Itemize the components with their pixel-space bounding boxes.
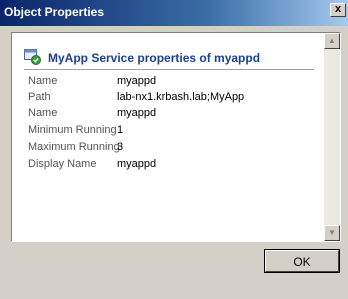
property-value: 3 xyxy=(117,141,124,153)
property-row: Maximum Running 3 xyxy=(28,141,318,157)
scroll-up-button[interactable]: ▲ xyxy=(324,33,340,49)
service-check-icon xyxy=(24,49,42,65)
property-label: Minimum Running xyxy=(28,124,117,136)
property-value: myappd xyxy=(117,107,157,119)
title-bar[interactable]: Object Properties x xyxy=(0,0,348,26)
ok-button[interactable]: OK xyxy=(264,249,340,273)
properties-panel: MyApp Service properties of myappd Name … xyxy=(11,32,341,242)
object-properties-dialog: Object Properties x MyApp Service proper… xyxy=(0,0,348,299)
property-label: Maximum Running xyxy=(28,141,120,153)
property-value: myappd xyxy=(117,158,157,170)
property-label: Name xyxy=(28,75,58,87)
property-label: Name xyxy=(28,107,58,119)
property-row: Display Name myappd xyxy=(28,158,318,174)
panel-title: MyApp Service properties of myappd xyxy=(48,51,261,65)
property-label: Path xyxy=(28,91,51,103)
property-row: Name myappd xyxy=(28,107,318,123)
property-value: lab-nx1.krbash.lab;MyApp xyxy=(117,91,245,103)
window-title: Object Properties xyxy=(4,5,105,19)
panel-header: MyApp Service properties of myappd xyxy=(24,47,314,70)
property-row: Minimum Running 1 xyxy=(28,124,318,140)
vertical-scrollbar[interactable]: ▲ ▼ xyxy=(324,33,340,241)
property-label: Display Name xyxy=(28,158,97,170)
property-row: Path lab-nx1.krbash.lab;MyApp xyxy=(28,91,318,107)
property-row: Name myappd xyxy=(28,75,318,91)
property-value: 1 xyxy=(117,124,124,136)
property-value: myappd xyxy=(117,75,157,87)
arrow-up-icon: ▲ xyxy=(328,36,336,45)
scroll-down-button[interactable]: ▼ xyxy=(324,225,340,241)
arrow-down-icon: ▼ xyxy=(328,228,336,237)
close-button[interactable]: x xyxy=(330,3,346,17)
close-icon: x xyxy=(334,3,342,15)
